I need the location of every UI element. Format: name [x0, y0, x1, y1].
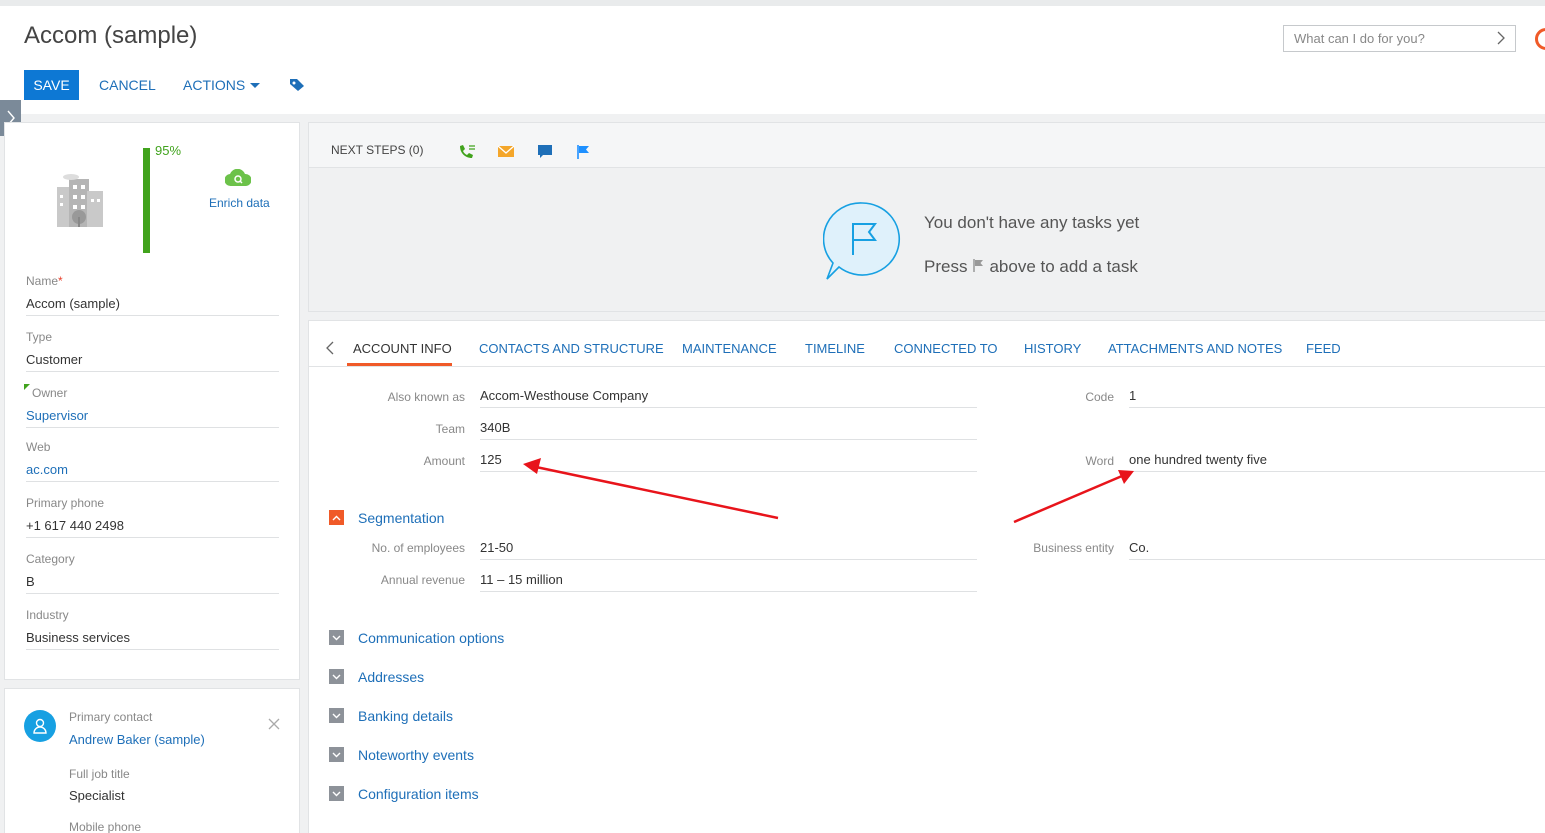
annotation-arrow-amount [523, 458, 779, 520]
annotation-arrow-word [1013, 470, 1134, 524]
annotation-arrows [523, 458, 1134, 524]
